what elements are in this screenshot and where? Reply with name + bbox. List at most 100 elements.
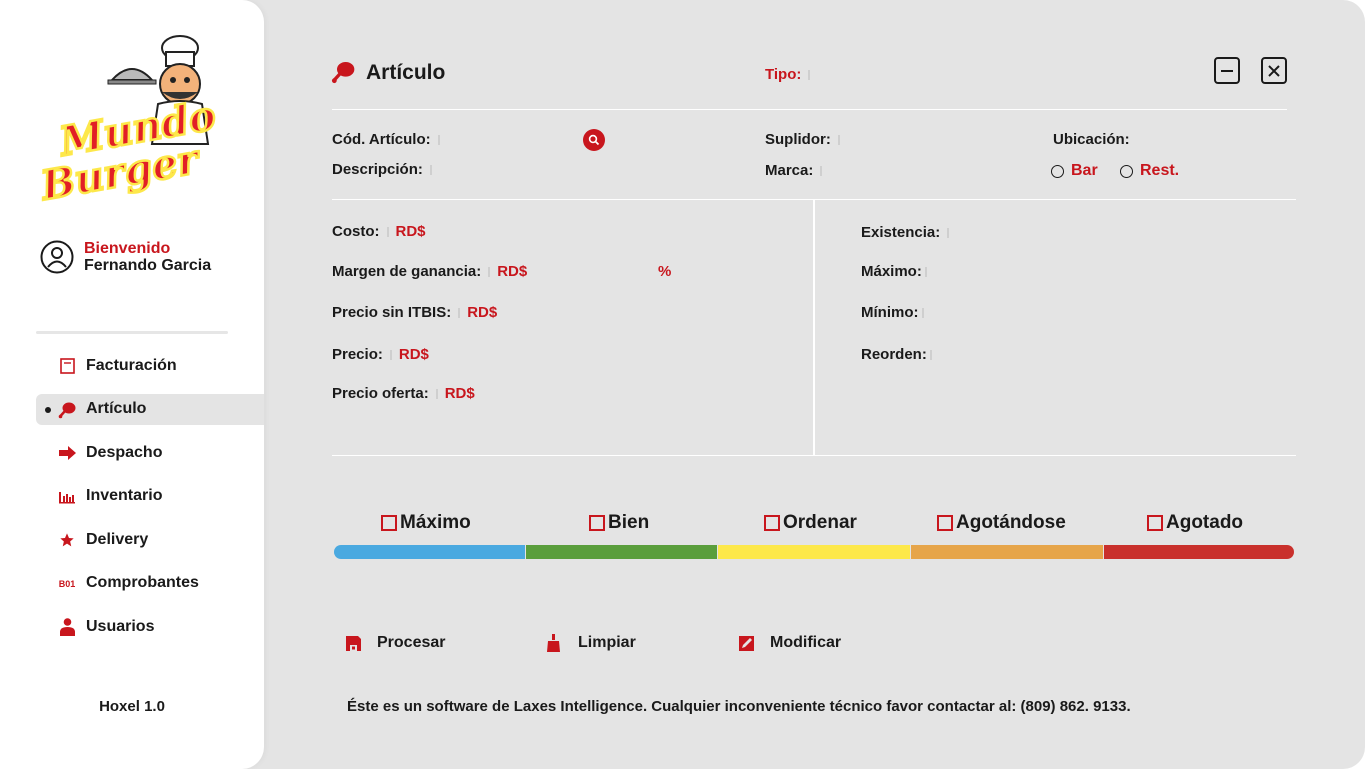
minimo-label: Mínimo: [861,304,919,321]
maximo-input[interactable] [924,267,927,277]
sidebar-item-comprobantes[interactable]: B01 Comprobantes [36,568,264,599]
sidebar-item-articulo[interactable]: Artículo [36,393,264,425]
maximo-field[interactable]: Máximo: [861,263,934,280]
footer-text: Éste es un software de Laxes Intelligenc… [347,698,1131,715]
status-bien[interactable]: Bien [589,512,649,534]
precio-sin-itbis-field[interactable]: Precio sin ITBIS: RD$ [332,304,497,321]
radio-circle [1051,164,1064,178]
existencia-label: Existencia: [861,224,941,241]
currency-label: RD$ [395,223,426,240]
reorden-field[interactable]: Reorden: [861,346,939,363]
sidebar-item-label: Inventario [86,487,163,504]
reorden-label: Reorden: [861,346,927,363]
column-divider [813,200,815,455]
checkbox[interactable] [764,515,780,531]
sidebar-nav: Facturación Artículo Despacho Inventario [36,350,264,655]
sidebar-item-usuarios[interactable]: Usuarios [36,611,264,642]
margen-label: Margen de ganancia: [332,263,482,280]
minimo-field[interactable]: Mínimo: [861,304,931,321]
status-label: Ordenar [783,512,857,533]
status-label: Bien [608,512,650,533]
close-icon [1268,64,1280,77]
checkbox[interactable] [1147,515,1163,531]
status-label: Máximo [400,512,471,533]
margen-field[interactable]: Margen de ganancia: RD$ [332,263,527,280]
precio-oferta-field[interactable]: Precio oferta: RD$ [332,385,475,402]
user-icon [58,618,76,636]
status-agotado[interactable]: Agotado [1147,512,1243,534]
margen-input[interactable] [488,267,491,277]
precio-field[interactable]: Precio: RD$ [332,346,429,363]
sidebar-item-despacho[interactable]: Despacho [36,437,264,468]
radio-bar[interactable]: Bar [1051,162,1098,180]
status-label: Agotándose [956,512,1066,533]
radio-bar-label: Bar [1071,162,1098,179]
arrow-right-icon [58,444,76,462]
active-indicator [45,406,51,413]
broom-icon [545,634,563,652]
procesar-button[interactable]: Procesar [344,634,446,652]
minimo-input[interactable] [921,308,924,318]
sidebar-item-label: Comprobantes [86,574,199,591]
bar-chart-icon [58,488,76,506]
reorden-input[interactable] [929,350,932,360]
suplidor-field[interactable]: Suplidor: [765,131,847,148]
drumstick-icon [58,401,76,419]
precio-oferta-label: Precio oferta: [332,385,429,402]
existencia-input[interactable] [947,228,950,238]
limpiar-button[interactable]: Limpiar [545,634,636,652]
b01-icon: B01 [58,578,76,589]
checkbox[interactable] [381,515,397,531]
status-agotandose[interactable]: Agotándose [937,512,1066,534]
precio-sin-itbis-input[interactable] [458,308,461,318]
sidebar-item-delivery[interactable]: Delivery [36,524,264,555]
sidebar-item-label: Usuarios [86,617,155,635]
user-name: Fernando Garcia [84,257,212,274]
star-icon [58,531,76,549]
currency-label: RD$ [398,346,429,363]
cod-articulo-input[interactable] [437,135,440,145]
avatar-icon [40,240,74,274]
minimize-button[interactable] [1214,57,1240,84]
sidebar-item-label: Despacho [86,443,163,461]
suplidor-input[interactable] [837,135,840,145]
costo-field[interactable]: Costo: RD$ [332,223,426,240]
existencia-field[interactable]: Existencia: [861,224,956,241]
status-bar-ordenar [718,545,910,559]
status-ordenar[interactable]: Ordenar [764,512,857,534]
status-bar-bien [526,545,717,559]
sidebar: Mundo Burger Bienvenido Fernando Garcia … [0,0,264,769]
cod-articulo-field[interactable]: Cód. Artículo: [332,131,447,148]
descripcion-label: Descripción: [332,161,423,178]
modificar-button[interactable]: Modificar [737,634,841,652]
header-divider [332,109,1287,110]
tipo-label: Tipo: [765,66,802,83]
version-label: Hoxel 1.0 [99,698,165,715]
radio-rest[interactable]: Rest. [1120,162,1179,180]
marca-input[interactable] [820,166,823,176]
search-icon [588,134,600,146]
sidebar-item-label: Facturación [86,356,177,374]
page-title: Artículo [366,61,446,84]
precio-input[interactable] [389,350,392,360]
precio-label: Precio: [332,346,383,363]
cod-articulo-label: Cód. Artículo: [332,131,431,148]
precio-oferta-input[interactable] [435,389,438,399]
tipo-input[interactable] [808,70,811,80]
status-maximo[interactable]: Máximo [381,512,471,534]
sidebar-item-facturacion[interactable]: Facturación [36,350,264,381]
checkbox[interactable] [589,515,605,531]
checkbox[interactable] [937,515,953,531]
user-info: Bienvenido Fernando Garcia [40,240,211,274]
sidebar-item-inventario[interactable]: Inventario [36,481,264,512]
tipo-field[interactable]: Tipo: [765,66,811,83]
mundo-burger-logo: Mundo Burger [40,35,220,211]
descripcion-input[interactable] [429,165,432,175]
search-button[interactable] [583,129,605,151]
costo-input[interactable] [386,227,389,237]
descripcion-field[interactable]: Descripción: [332,161,439,178]
marca-field[interactable]: Marca: [765,162,829,179]
suplidor-label: Suplidor: [765,131,831,148]
close-button[interactable] [1261,57,1287,84]
greeting-text: Bienvenido [84,240,171,257]
